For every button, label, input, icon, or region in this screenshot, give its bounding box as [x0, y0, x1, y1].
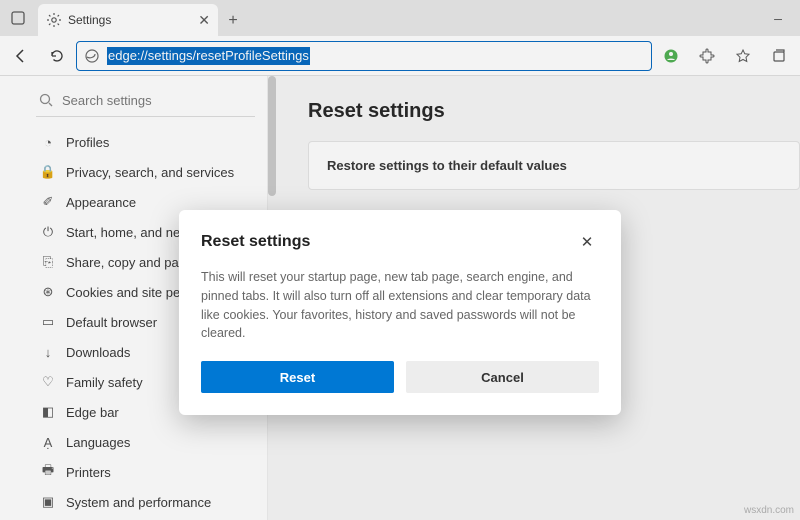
- dialog-title: Reset settings: [201, 233, 310, 251]
- dialog-actions: Reset Cancel: [201, 361, 599, 393]
- reset-button[interactable]: Reset: [201, 361, 394, 393]
- reset-settings-dialog: Reset settings ✕ This will reset your st…: [179, 210, 621, 415]
- modal-overlay: Reset settings ✕ This will reset your st…: [0, 0, 800, 520]
- cancel-button[interactable]: Cancel: [406, 361, 599, 393]
- dialog-close-button[interactable]: ✕: [575, 230, 599, 254]
- watermark: wsxdn.com: [744, 505, 794, 516]
- dialog-body: This will reset your startup page, new t…: [201, 268, 599, 343]
